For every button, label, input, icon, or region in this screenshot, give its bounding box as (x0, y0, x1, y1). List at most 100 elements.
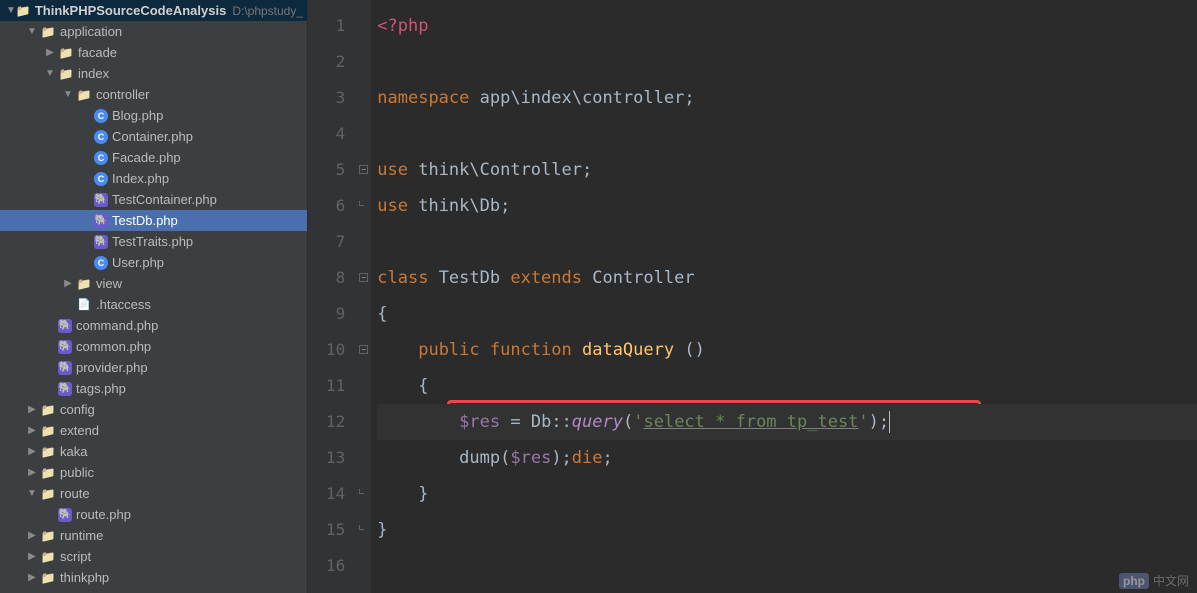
line-number: 16 (326, 548, 345, 584)
expand-arrow-icon[interactable] (24, 425, 40, 436)
code-line[interactable] (377, 224, 1197, 260)
php-file-icon (58, 361, 72, 375)
tree-item-runtime[interactable]: runtime (0, 525, 307, 546)
expand-arrow-icon[interactable] (24, 488, 40, 499)
tree-item-provider-php[interactable]: provider.php (0, 357, 307, 378)
tree-item-config[interactable]: config (0, 399, 307, 420)
tree-item-index-php[interactable]: Index.php (0, 168, 307, 189)
tree-item-container-php[interactable]: Container.php (0, 126, 307, 147)
tree-item-script[interactable]: script (0, 546, 307, 567)
fold-marker-icon[interactable]: − (359, 273, 368, 282)
fold-marker-icon[interactable] (359, 489, 364, 494)
fold-marker-icon[interactable]: − (359, 165, 368, 174)
code-line[interactable]: { (377, 368, 1197, 404)
tree-item-testtraits-php[interactable]: TestTraits.php (0, 231, 307, 252)
code-token: think\Controller (418, 160, 582, 180)
tree-item-controller[interactable]: controller (0, 84, 307, 105)
tree-item-testcontainer-php[interactable]: TestContainer.php (0, 189, 307, 210)
tree-item-index[interactable]: index (0, 63, 307, 84)
expand-arrow-icon[interactable] (24, 26, 40, 37)
code-line[interactable] (377, 548, 1197, 584)
code-editor[interactable]: 12345678910111213141516 − − − <?php namespa… (308, 0, 1197, 593)
folder-icon (40, 24, 56, 40)
tree-item-extend[interactable]: extend (0, 420, 307, 441)
line-number: 2 (326, 44, 345, 80)
expand-arrow-icon[interactable] (24, 530, 40, 541)
code-line[interactable]: $res = Db::query('select * from tp_test'… (377, 404, 1197, 440)
php-class-icon (94, 151, 108, 165)
code-line[interactable]: namespace app\index\controller; (377, 80, 1197, 116)
tree-item-application[interactable]: application (0, 21, 307, 42)
tree-item-label: script (60, 549, 91, 564)
expand-arrow-icon[interactable] (24, 572, 40, 583)
tree-item-public[interactable]: public (0, 462, 307, 483)
code-token: Controller (592, 268, 694, 288)
tree-item-route[interactable]: route (0, 483, 307, 504)
expand-arrow-icon[interactable] (60, 278, 76, 289)
tree-item-label: config (60, 402, 95, 417)
line-number: 3 (326, 80, 345, 116)
folder-icon (76, 276, 92, 292)
fold-marker-icon[interactable] (359, 525, 364, 530)
code-token: ); (869, 412, 889, 432)
code-token: class (377, 268, 438, 288)
tree-item--htaccess[interactable]: .htaccess (0, 294, 307, 315)
tree-item-facade[interactable]: facade (0, 42, 307, 63)
tree-item-view[interactable]: view (0, 273, 307, 294)
code-line[interactable] (377, 116, 1197, 152)
tree-item-thinkphp[interactable]: thinkphp (0, 567, 307, 588)
code-token: () (684, 340, 704, 360)
php-file-icon (58, 340, 72, 354)
code-line[interactable]: use think\Controller; (377, 152, 1197, 188)
code-line[interactable]: <?php (377, 8, 1197, 44)
fold-marker-icon[interactable]: − (359, 345, 368, 354)
expand-arrow-icon[interactable] (42, 68, 58, 79)
code-line[interactable]: use think\Db; (377, 188, 1197, 224)
folder-icon (40, 570, 56, 586)
fold-marker-icon[interactable] (359, 201, 364, 206)
code-line[interactable]: class TestDb extends Controller (377, 260, 1197, 296)
code-area[interactable]: <?php namespace app\index\controller; use … (371, 0, 1197, 593)
folder-icon (58, 45, 74, 61)
code-token: $res (459, 412, 500, 432)
code-line[interactable]: { (377, 296, 1197, 332)
code-line[interactable]: dump($res);die; (377, 440, 1197, 476)
project-tree-sidebar[interactable]: ThinkPHPSourceCodeAnalysisD:\phpstudy_ap… (0, 0, 308, 593)
code-line[interactable]: } (377, 476, 1197, 512)
tree-item-tags-php[interactable]: tags.php (0, 378, 307, 399)
expand-arrow-icon[interactable] (42, 47, 58, 58)
code-token: ); (551, 448, 571, 468)
tree-item-common-php[interactable]: common.php (0, 336, 307, 357)
line-number-gutter: 12345678910111213141516 (308, 0, 357, 593)
tree-item-label: tags.php (76, 381, 126, 396)
php-file-icon (94, 193, 108, 207)
tree-item-command-php[interactable]: command.php (0, 315, 307, 336)
code-token: dump (459, 448, 500, 468)
expand-arrow-icon[interactable] (60, 89, 76, 100)
folder-icon (76, 87, 92, 103)
tree-item-blog-php[interactable]: Blog.php (0, 105, 307, 126)
expand-arrow-icon[interactable] (24, 446, 40, 457)
tree-item-kaka[interactable]: kaka (0, 441, 307, 462)
tree-item-route-php[interactable]: route.php (0, 504, 307, 525)
expand-arrow-icon[interactable] (6, 5, 16, 16)
fold-gutter[interactable]: − − − (357, 0, 371, 593)
tree-item-thinkphpsourcecodeanalysis[interactable]: ThinkPHPSourceCodeAnalysisD:\phpstudy_ (0, 0, 307, 21)
tree-item-label: TestTraits.php (112, 234, 193, 249)
code-line[interactable] (377, 44, 1197, 80)
code-token: ; (582, 160, 592, 180)
tree-item-facade-php[interactable]: Facade.php (0, 147, 307, 168)
code-token: :: (551, 412, 571, 432)
tree-item-user-php[interactable]: User.php (0, 252, 307, 273)
code-token: app\index\controller (480, 88, 685, 108)
code-line[interactable]: public function dataQuery () (377, 332, 1197, 368)
expand-arrow-icon[interactable] (24, 467, 40, 478)
folder-icon (40, 528, 56, 544)
tree-item-testdb-php[interactable]: TestDb.php (0, 210, 307, 231)
line-number: 9 (326, 296, 345, 332)
expand-arrow-icon[interactable] (24, 551, 40, 562)
code-line[interactable]: } (377, 512, 1197, 548)
code-token: ; (684, 88, 694, 108)
expand-arrow-icon[interactable] (24, 404, 40, 415)
code-token: { (377, 304, 387, 324)
